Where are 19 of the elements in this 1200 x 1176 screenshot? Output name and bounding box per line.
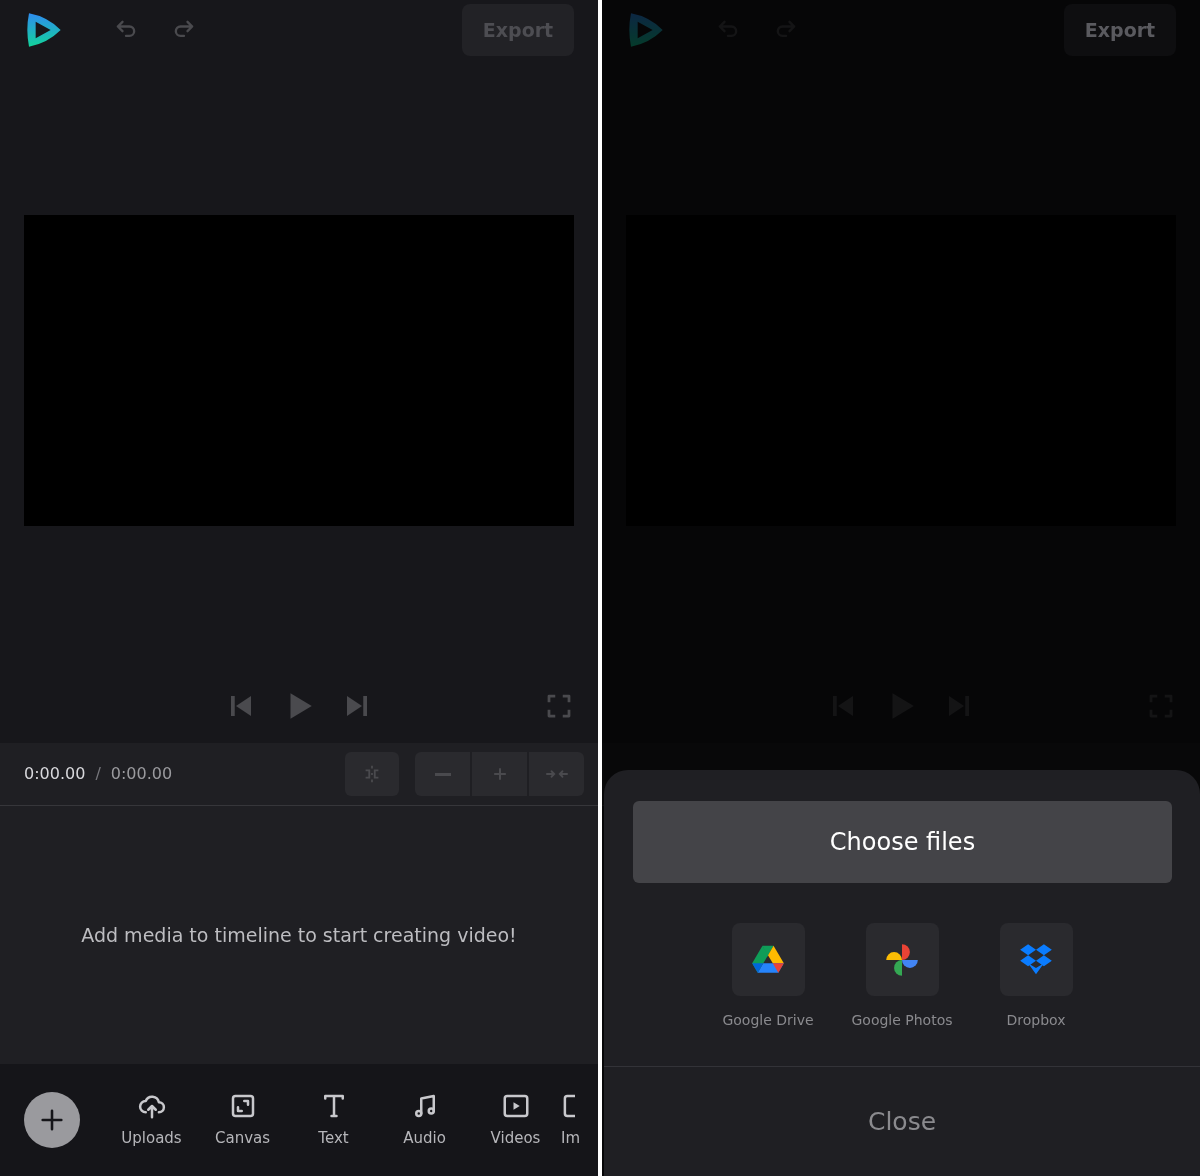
nav-item[interactable]: Uploads xyxy=(106,1090,197,1150)
empty-timeline-message: Add media to timeline to start creating video! xyxy=(81,922,517,948)
nav-item[interactable]: Im xyxy=(561,1090,581,1150)
fit-button[interactable] xyxy=(529,752,584,796)
close-button[interactable]: Close xyxy=(861,1101,943,1142)
choose-files-button[interactable]: Choose files xyxy=(633,801,1172,883)
nav-item[interactable]: Videos xyxy=(470,1090,561,1150)
total-time: 0:00.00 xyxy=(110,763,173,785)
nav-item[interactable]: Text xyxy=(288,1090,379,1150)
source-option[interactable]: Dropbox xyxy=(969,923,1103,1031)
add-button[interactable] xyxy=(24,1092,80,1148)
current-time: 0:00.00 xyxy=(24,763,86,785)
source-option[interactable]: Google Photos xyxy=(835,923,969,1031)
source-option[interactable]: Google Drive xyxy=(701,923,835,1031)
nav-item[interactable]: Canvas xyxy=(197,1090,288,1150)
minus-icon xyxy=(434,772,451,776)
time-separator: / xyxy=(95,763,101,785)
split-button[interactable] xyxy=(345,752,399,796)
nav-item[interactable]: Audio xyxy=(379,1090,470,1150)
